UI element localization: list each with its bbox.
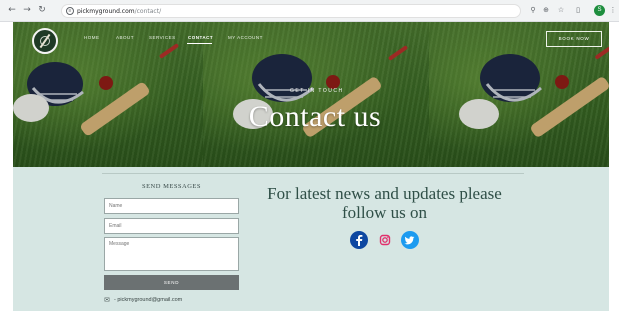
message-field[interactable] xyxy=(104,237,239,271)
url-domain: pickmyground.com xyxy=(77,8,135,15)
hero-banner: HOME ABOUT SERVICES CONTACT MY ACCOUNT B… xyxy=(13,22,609,167)
contact-email: - pickmyground@gmail.com xyxy=(114,297,183,303)
hero-kicker: GET IN TOUCH xyxy=(290,88,344,94)
section-divider xyxy=(102,173,524,174)
nav-services[interactable]: SERVICES xyxy=(149,35,176,40)
nav-about[interactable]: ABOUT xyxy=(116,35,134,40)
page-title: Contact us xyxy=(248,100,382,133)
hero-overlay xyxy=(13,22,609,167)
address-bar[interactable]: ≡ pickmyground.com/contact/ xyxy=(61,4,521,18)
site-logo[interactable] xyxy=(32,28,58,54)
reload-icon[interactable]: ↻ xyxy=(36,4,48,16)
menu-kebab-icon[interactable]: ⋮ xyxy=(609,5,617,16)
nav-my-account[interactable]: MY ACCOUNT xyxy=(228,35,263,40)
book-now-button[interactable]: BOOK NOW xyxy=(546,31,602,47)
sidepanel-icon[interactable]: ▯ xyxy=(573,5,583,16)
forward-arrow-icon[interactable]: → xyxy=(21,4,33,16)
browser-toolbar: ← → ↻ ≡ pickmyground.com/contact/ ⚲ ⊕ ☆ … xyxy=(0,0,619,22)
url-text: pickmyground.com/contact/ xyxy=(77,6,161,17)
profile-avatar[interactable]: S xyxy=(594,5,605,16)
translate-icon[interactable]: ⚲ xyxy=(528,5,538,16)
facebook-icon[interactable] xyxy=(350,231,368,249)
instagram-icon[interactable] xyxy=(376,231,394,249)
follow-heading: For latest news and updates please follo… xyxy=(267,184,502,222)
zoom-icon[interactable]: ⊕ xyxy=(541,5,551,16)
send-button[interactable]: SEND xyxy=(104,275,239,290)
url-path: /contact/ xyxy=(134,8,162,15)
nav-contact[interactable]: CONTACT xyxy=(188,35,213,40)
back-arrow-icon[interactable]: ← xyxy=(6,4,18,16)
site-info-icon[interactable]: ≡ xyxy=(66,7,74,15)
nav-home[interactable]: HOME xyxy=(84,35,100,40)
name-field[interactable] xyxy=(104,198,239,214)
email-field[interactable] xyxy=(104,218,239,234)
form-heading: SEND MESSAGES xyxy=(141,183,202,190)
page-content: HOME ABOUT SERVICES CONTACT MY ACCOUNT B… xyxy=(13,22,609,311)
nav-active-underline xyxy=(187,43,212,44)
envelope-icon: ✉ xyxy=(104,296,110,304)
bookmark-star-icon[interactable]: ☆ xyxy=(556,5,566,16)
twitter-icon[interactable] xyxy=(401,231,419,249)
